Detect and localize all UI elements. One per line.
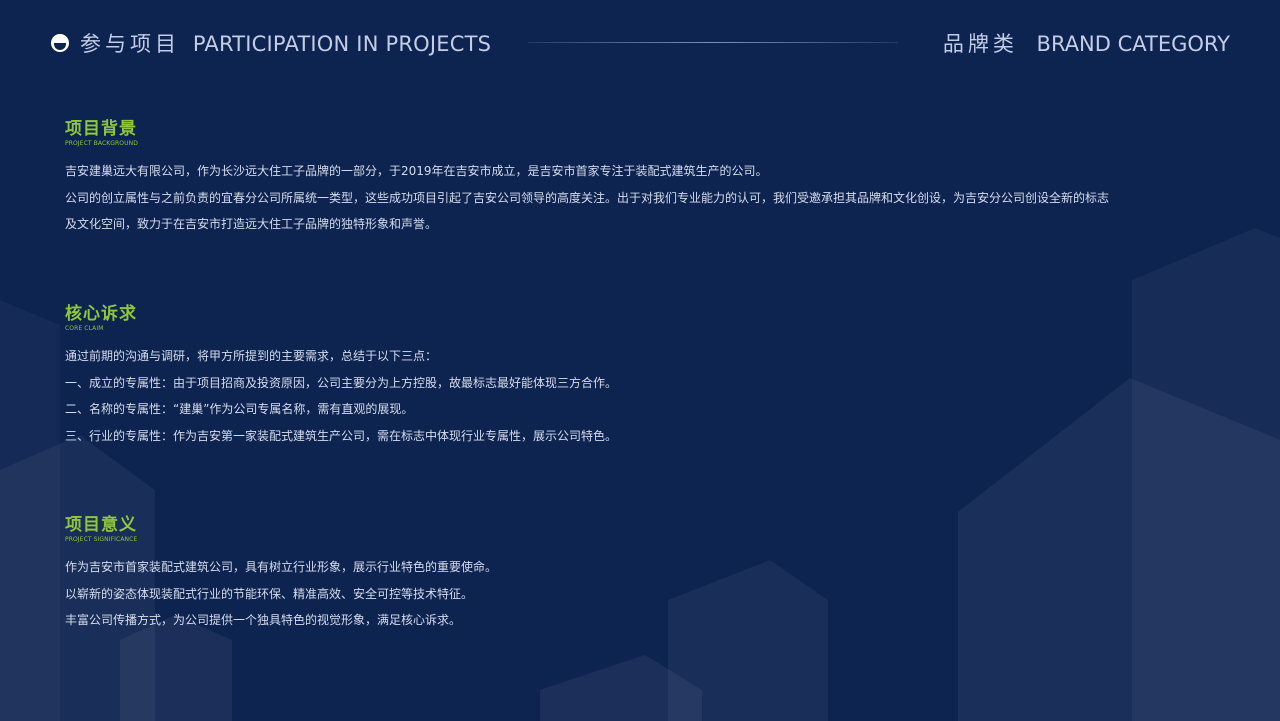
header-category: 品牌类 BRAND CATEGORY — [943, 28, 1230, 58]
paragraph-line: 一、成立的专属性：由于项目招商及投资原因，公司主要分为上方控股，故最标志最好能体… — [65, 375, 618, 390]
section-body: 吉安建巢远大有限公司，作为长沙远大住工子品牌的一部分，于2019年在吉安市成立，… — [65, 158, 1225, 238]
paragraph-line: 公司的创立属性与之前负责的宜春分公司所属统一类型，这些成功项目引起了吉安公司领导… — [65, 190, 1110, 205]
section-subtitle: CORE CLAIM — [65, 325, 104, 332]
header-title-cn: 参与项目 — [80, 32, 180, 56]
section-core-claim: 核心诉求 CORE CLAIM 通过前期的沟通与调研，将甲方所提到的主要需求，总… — [65, 303, 1225, 449]
header-title-left: 参与项目 PARTICIPATION IN PROJECTS — [80, 28, 491, 58]
paragraph-line: 三、行业的专属性：作为吉安第一家装配式建筑生产公司，需在标志中体现行业专属性，展… — [65, 428, 618, 443]
paragraph-line: 丰富公司传播方式，为公司提供一个独具特色的视觉形象，满足核心诉求。 — [65, 613, 462, 627]
paragraph-line: 吉安建巢远大有限公司，作为长沙远大住工子品牌的一部分，于2019年在吉安市成立，… — [65, 164, 768, 178]
section-project-significance: 项目意义 PROJECT SIGNIFICANCE 作为吉安市首家装配式建筑公司… — [65, 514, 1225, 634]
section-body: 作为吉安市首家装配式建筑公司，具有树立行业形象，展示行业特色的重要使命。 以崭新… — [65, 554, 1225, 634]
section-project-background: 项目背景 PROJECT BACKGROUND 吉安建巢远大有限公司，作为长沙远… — [65, 118, 1225, 238]
paragraph-line: 作为吉安市首家装配式建筑公司，具有树立行业形象，展示行业特色的重要使命。 — [65, 560, 498, 574]
header-category-cn: 品牌类 — [942, 32, 1018, 56]
circle-smile-icon — [51, 34, 69, 52]
section-subtitle: PROJECT BACKGROUND — [65, 140, 138, 147]
section-title: 项目背景 — [65, 119, 137, 139]
paragraph-line: 及文化空间，致力于在吉安市打造远大住工子品牌的独特形象和声誉。 — [65, 217, 438, 231]
header-title-en: PARTICIPATION IN PROJECTS — [192, 32, 492, 56]
section-title: 项目意义 — [65, 515, 137, 535]
paragraph-line: 通过前期的沟通与调研，将甲方所提到的主要需求，总结于以下三点： — [65, 349, 438, 363]
section-subtitle: PROJECT SIGNIFICANCE — [65, 536, 138, 543]
page-header: 参与项目 PARTICIPATION IN PROJECTS 品牌类 BRAND… — [0, 0, 1280, 90]
paragraph-line: 以崭新的姿态体现装配式行业的节能环保、精准高效、安全可控等技术特征。 — [65, 586, 474, 601]
header-divider — [528, 42, 898, 43]
header-category-en: BRAND CATEGORY — [1036, 32, 1230, 56]
section-title: 核心诉求 — [65, 304, 137, 324]
paragraph-line: 二、名称的专属性：“建巢”作为公司专属名称，需有直观的展现。 — [65, 402, 414, 416]
section-body: 通过前期的沟通与调研，将甲方所提到的主要需求，总结于以下三点： 一、成立的专属性… — [65, 343, 1225, 449]
